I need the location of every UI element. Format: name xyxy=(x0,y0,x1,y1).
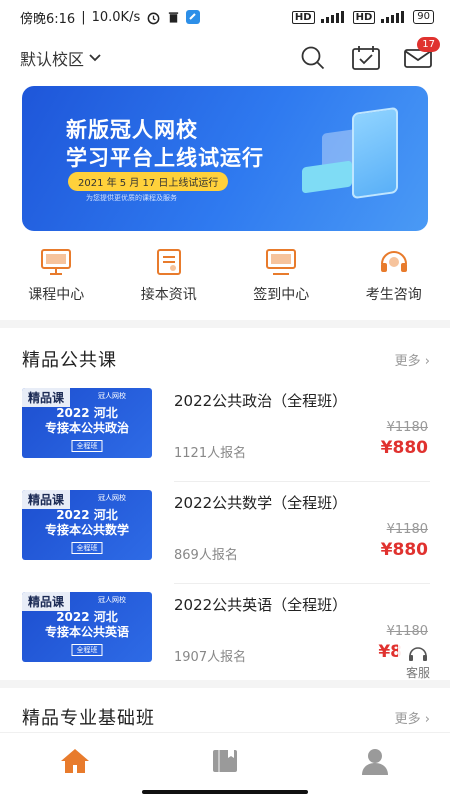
course-original-price: ¥1180 xyxy=(386,624,428,639)
news-icon xyxy=(156,249,181,275)
tab-profile[interactable] xyxy=(300,747,450,775)
banner-subtitle: 为您提供更优质的课程及服务 xyxy=(86,194,177,202)
quick-links: 课程中心 接本资讯 签到中心 考生咨询 xyxy=(0,248,450,308)
chevron-right-icon: › xyxy=(424,712,430,727)
calendar-check-icon xyxy=(352,46,380,70)
headset-icon xyxy=(380,251,407,272)
alarm-icon xyxy=(147,12,160,24)
course-card[interactable]: 精品课 冠人网校 2022 河北 专接本公共英语 全程班 2022公共英语（全程… xyxy=(0,592,450,692)
more-label: 更多 xyxy=(394,712,421,727)
messages-button[interactable]: 17 xyxy=(404,37,440,71)
bottom-tab-bar xyxy=(0,732,450,788)
section-title-basic: 精品专业基础班 xyxy=(22,708,155,729)
message-badge: 17 xyxy=(417,37,440,52)
more-label: 更多 xyxy=(394,354,421,369)
banner-title-line1: 新版冠人网校 xyxy=(66,118,198,142)
quick-link-checkin[interactable]: 签到中心 xyxy=(225,248,338,308)
headset-icon xyxy=(409,647,427,661)
course-thumb-line2: 专接本公共数学 xyxy=(44,523,129,537)
row-divider xyxy=(174,481,430,482)
banner-title-line2: 学习平台上线试运行 xyxy=(66,146,264,170)
hd-icon: HD xyxy=(291,10,315,24)
course-price: ¥880 xyxy=(380,540,428,560)
banner-phone-illustration xyxy=(352,106,398,200)
course-card[interactable]: 精品课 冠人网校 2022 河北 专接本公共数学 全程班 2022公共数学（全程… xyxy=(0,490,450,590)
monitor-icon xyxy=(41,249,72,275)
quick-link-news[interactable]: 接本资讯 xyxy=(113,248,226,308)
checkin-icon xyxy=(266,249,297,275)
banner-date-pill: 2021 年 5 月 17 日上线试运行 xyxy=(68,172,229,191)
course-thumb-badge: 全程班 xyxy=(71,440,103,452)
campus-selector[interactable]: 默认校区 xyxy=(20,46,102,70)
course-thumb-brand: 冠人网校 xyxy=(98,392,126,400)
status-bar: 傍晚6:16 | 10.0K/s HD HD 90 xyxy=(0,0,450,34)
course-thumb-line2: 专接本公共英语 xyxy=(44,625,129,639)
status-time: 傍晚6:16 xyxy=(20,11,76,27)
signal-icon-2 xyxy=(381,11,405,23)
course-thumbnail: 精品课 冠人网校 2022 河北 专接本公共英语 全程班 xyxy=(22,592,152,662)
course-thumb-badge: 全程班 xyxy=(71,644,103,656)
section-title-public: 精品公共课 xyxy=(22,350,117,371)
quick-link-label: 课程中心 xyxy=(28,287,85,303)
signal-icon xyxy=(320,11,344,23)
quick-link-course-center[interactable]: 课程中心 xyxy=(0,248,113,308)
course-thumbnail: 精品课 冠人网校 2022 河北 专接本公共政治 全程班 xyxy=(22,388,152,458)
trash-icon xyxy=(169,12,179,23)
course-thumb-badge: 全程班 xyxy=(71,542,103,554)
home-indicator xyxy=(142,790,308,794)
course-original-price: ¥1180 xyxy=(386,522,428,537)
quick-link-label: 考生咨询 xyxy=(365,287,422,303)
course-enrolled: 869人报名 xyxy=(174,548,238,563)
course-thumb-line2: 专接本公共政治 xyxy=(44,421,129,435)
course-name: 2022公共数学（全程班） xyxy=(174,494,348,512)
course-enrolled: 1907人报名 xyxy=(174,650,247,665)
course-thumbnail: 精品课 冠人网校 2022 河北 专接本公共数学 全程班 xyxy=(22,490,152,560)
checkin-calendar-button[interactable] xyxy=(352,45,380,71)
quick-link-label: 签到中心 xyxy=(253,287,310,303)
promo-banner[interactable]: 新版冠人网校 学习平台上线试运行 2021 年 5 月 17 日上线试运行 为您… xyxy=(22,86,428,231)
customer-service-label: 客服 xyxy=(405,666,430,680)
section-divider xyxy=(0,680,450,688)
course-card[interactable]: 精品课 冠人网校 2022 河北 专接本公共政治 全程班 2022公共政治（全程… xyxy=(0,388,450,488)
search-button[interactable] xyxy=(300,45,326,71)
course-enrolled: 1121人报名 xyxy=(174,446,247,461)
course-thumb-brand: 冠人网校 xyxy=(98,494,126,502)
course-original-price: ¥1180 xyxy=(386,420,428,435)
course-thumb-brand: 冠人网校 xyxy=(98,596,126,604)
user-icon xyxy=(362,748,388,775)
top-header: 默认校区 17 xyxy=(0,37,450,78)
status-speed: 10.0K/s xyxy=(91,9,141,25)
customer-service-button[interactable]: 客服 xyxy=(398,644,438,681)
home-icon xyxy=(61,748,89,773)
banner-credit-card-illustration xyxy=(302,160,352,194)
search-icon xyxy=(301,46,325,70)
quick-link-label: 接本资讯 xyxy=(140,287,197,303)
tab-home[interactable] xyxy=(0,747,150,775)
tab-courses[interactable] xyxy=(150,747,300,775)
campus-label: 默认校区 xyxy=(20,50,85,69)
more-public-button[interactable]: 更多 › xyxy=(395,350,430,369)
row-divider xyxy=(174,583,430,584)
section-divider xyxy=(0,320,450,328)
banner-title: 新版冠人网校 学习平台上线试运行 xyxy=(66,116,264,172)
course-name: 2022公共英语（全程班） xyxy=(174,596,348,614)
more-basic-button[interactable]: 更多 › xyxy=(395,708,430,727)
app-notify-icon xyxy=(186,10,201,24)
hd-icon-2: HD xyxy=(352,10,376,24)
chevron-down-icon xyxy=(89,54,101,62)
course-name: 2022公共政治（全程班） xyxy=(174,392,348,410)
book-icon xyxy=(213,749,237,772)
battery-icon: 90 xyxy=(413,10,434,24)
course-price: ¥880 xyxy=(380,438,428,458)
quick-link-consult[interactable]: 考生咨询 xyxy=(338,248,450,308)
chevron-right-icon: › xyxy=(424,354,430,369)
